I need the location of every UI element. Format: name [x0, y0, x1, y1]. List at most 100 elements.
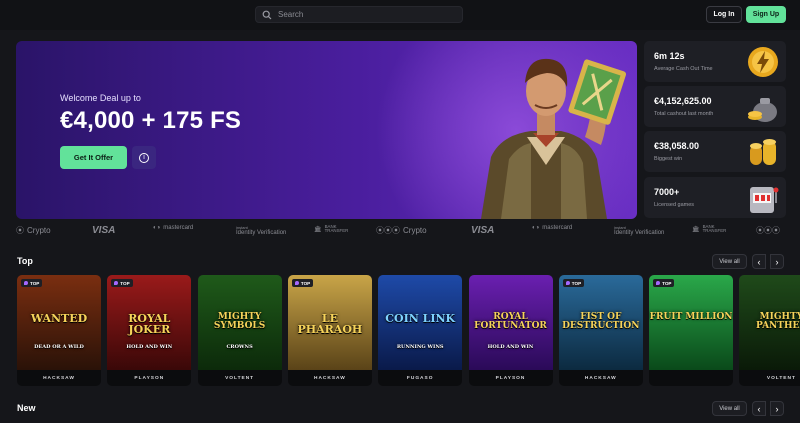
payment-label: Identity Verification: [236, 230, 287, 236]
login-button[interactable]: Log In: [706, 6, 742, 23]
top-badge: TOP: [111, 279, 133, 287]
mastercard-icon: ◐◑: [532, 225, 540, 231]
payment-label: TRANSFER: [702, 228, 727, 234]
next-arrow-button[interactable]: ›: [770, 401, 784, 416]
game-subtitle: HOLD AND WIN: [487, 344, 534, 350]
chevron-right-icon: ›: [775, 256, 779, 267]
game-provider: HACKSAW: [287, 370, 372, 386]
payment-crypto-3: ⦿⦿⦿: [756, 225, 780, 236]
flame-icon: [294, 281, 299, 285]
payment-label: mastercard: [163, 225, 194, 231]
game-card[interactable]: FRUIT MILLION TOP: [649, 275, 734, 386]
game-title: LE PHARAOH: [297, 312, 363, 336]
payment-crypto-2: ⦿⦿⦿ Crypto: [376, 225, 427, 236]
game-provider: HACKSAW: [17, 370, 101, 386]
game-provider: HACKSAW: [558, 370, 643, 386]
signup-button[interactable]: Sign Up: [746, 6, 786, 23]
stat-label: Licensed games: [654, 202, 695, 208]
chevron-left-icon: ‹: [757, 256, 761, 267]
stat-card-licensed-games: 7000+ Licensed games: [644, 177, 786, 218]
stat-label: Biggest win: [654, 156, 683, 162]
badge-label: TOP: [120, 280, 130, 286]
hero-banner[interactable]: Welcome Deal up to €4,000 + 175 FS Get I…: [16, 41, 637, 219]
stat-value: 7000+: [654, 187, 680, 197]
game-card[interactable]: WANTED DEAD OR A WILD TOP HACKSAW: [17, 275, 101, 386]
top-badge: TOP: [291, 279, 314, 287]
badge-label: TOP: [571, 280, 582, 286]
game-title: WANTED: [30, 312, 88, 325]
get-offer-button[interactable]: Get It Offer: [60, 146, 127, 169]
stat-label: Average Cash Out Time: [654, 66, 713, 72]
game-card[interactable]: ROYAL FORTUNATOR HOLD AND WIN PLAYSON: [468, 275, 553, 386]
game-card[interactable]: MIGHTY SYMBOLS CROWNS VOLTENT: [197, 275, 282, 386]
view-all-new-button[interactable]: View all: [712, 401, 747, 416]
top-badge: TOP: [653, 279, 675, 287]
payment-label: mastercard: [542, 225, 573, 231]
game-subtitle: DEAD OR A WILD: [34, 344, 84, 350]
game-provider: VOLTENT: [739, 370, 800, 386]
crypto-icon: ⦿⦿⦿: [376, 226, 400, 235]
payment-label: TRANSFER: [324, 228, 349, 234]
game-card[interactable]: LE PHARAOH TOP HACKSAW: [287, 275, 372, 386]
hero-character-illustration: [481, 58, 627, 219]
payment-crypto: ⦿ Crypto: [16, 225, 51, 236]
next-arrow-button[interactable]: ›: [770, 254, 784, 269]
section-title-top: Top: [17, 256, 33, 266]
flame-icon: [656, 281, 661, 285]
payment-bank: 🏛 BANK TRANSFER: [314, 224, 349, 234]
crypto-icon: ⦿: [16, 226, 24, 235]
search-input[interactable]: [278, 10, 458, 19]
game-provider: PLAYSON: [468, 370, 553, 386]
payment-label: Identity Verification: [614, 230, 665, 236]
game-title: ROYAL FORTUNATOR: [474, 312, 547, 331]
stat-value: €4,152,625.00: [654, 96, 712, 106]
payment-label: Crypto: [27, 226, 51, 235]
game-title: ROYAL JOKER: [128, 312, 171, 336]
stat-label: Total cashout last month: [654, 111, 714, 117]
payment-mastercard-2: ◐◑ mastercard: [532, 225, 572, 231]
top-badge: TOP: [562, 279, 585, 287]
section-title-new: New: [17, 403, 36, 413]
hero-title: €4,000 + 175 FS: [60, 107, 242, 134]
badge-label: TOP: [662, 280, 672, 286]
badge-label: TOP: [300, 280, 311, 286]
bank-icon: 🏛: [692, 226, 700, 233]
game-provider: FUGASO: [378, 370, 463, 386]
search-icon: [262, 10, 272, 19]
bank-icon: 🏛: [314, 226, 322, 233]
stat-card-biggest-win: €38,058.00 Biggest win: [644, 131, 786, 172]
payment-bank-2: 🏛 BANK TRANSFER: [692, 224, 727, 234]
game-title: MIGHTY SYMBOLS: [213, 312, 266, 331]
info-button[interactable]: i: [132, 146, 156, 169]
payment-label: VISA: [471, 225, 495, 236]
game-card[interactable]: COIN LINK RUNNING WINS FUGASO: [378, 275, 463, 386]
money-bag-icon: [748, 98, 777, 122]
info-icon: i: [139, 152, 149, 163]
chevron-left-icon: ‹: [757, 403, 761, 414]
game-card[interactable]: MIGHTY PANTHER VOLTENT: [739, 275, 800, 386]
game-title: FIST OF DESTRUCTION: [562, 312, 640, 331]
game-subtitle: HOLD AND WIN: [126, 344, 173, 350]
game-provider: VOLTENT: [197, 370, 282, 386]
stat-value: 6m 12s: [654, 51, 685, 61]
game-title: COIN LINK: [385, 312, 456, 325]
lightning-icon: [748, 47, 778, 77]
chevron-right-icon: ›: [775, 403, 779, 414]
game-title: MIGHTY PANTHER: [755, 312, 800, 331]
game-thumbnail: [649, 275, 734, 370]
payment-mastercard: ◐◑ mastercard: [153, 225, 193, 231]
slot-machine-icon: [750, 187, 779, 213]
coins-icon: [750, 139, 776, 165]
payment-identity-2: instant Identity Verification: [614, 226, 665, 237]
flame-icon: [114, 281, 119, 285]
top-bar: Log In Sign Up: [0, 0, 800, 30]
flame-icon: [565, 281, 570, 285]
top-badge: TOP: [21, 279, 43, 287]
search-box[interactable]: [255, 6, 463, 23]
prev-arrow-button[interactable]: ‹: [752, 254, 766, 269]
game-card[interactable]: FIST OF DESTRUCTION TOP HACKSAW: [558, 275, 643, 386]
view-all-top-button[interactable]: View all: [712, 254, 747, 269]
game-subtitle: CROWNS: [226, 344, 253, 350]
prev-arrow-button[interactable]: ‹: [752, 401, 766, 416]
game-card[interactable]: ROYAL JOKER HOLD AND WIN TOP PLAYSON: [107, 275, 192, 386]
